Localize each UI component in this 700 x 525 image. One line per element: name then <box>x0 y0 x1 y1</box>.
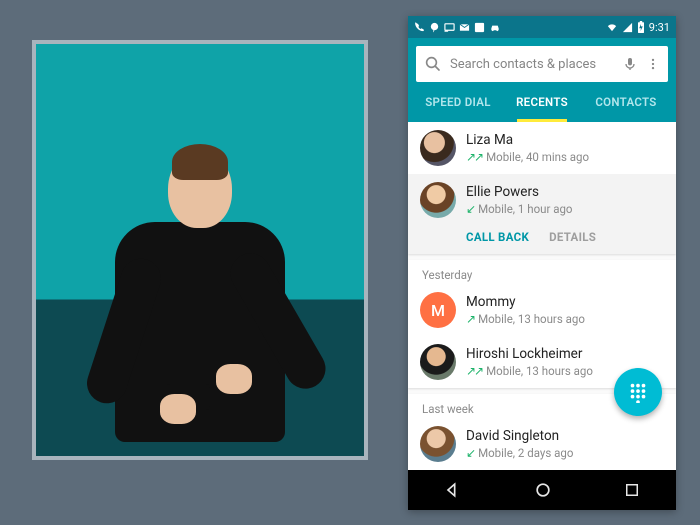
dialpad-icon <box>627 381 649 403</box>
dialpad-fab[interactable] <box>614 368 662 416</box>
presentation-photo <box>32 40 368 460</box>
search-box[interactable]: Search contacts & places <box>416 46 668 82</box>
mail-icon <box>459 22 470 33</box>
mic-icon[interactable] <box>622 56 638 72</box>
status-bar: 9:31 <box>408 16 676 38</box>
nav-bar <box>408 470 676 510</box>
call-meta: Mobile, 13 hours ago <box>486 364 593 378</box>
call-meta: Mobile, 40 mins ago <box>486 150 589 164</box>
presenter-figure <box>90 136 310 456</box>
search-icon <box>424 55 442 73</box>
call-row[interactable]: Liza Ma ↗↗ Mobile, 40 mins ago <box>408 122 676 174</box>
section-label: Yesterday <box>408 260 676 284</box>
battery-icon <box>637 21 645 33</box>
call-row[interactable]: David Singleton ↙ Mobile, 2 days ago <box>408 418 676 470</box>
contact-name: David Singleton <box>466 428 573 444</box>
recents-list: Liza Ma ↗↗ Mobile, 40 mins ago Ellie Powe… <box>408 122 676 470</box>
contact-name: Hiroshi Lockheimer <box>466 346 593 362</box>
avatar <box>420 130 456 166</box>
tab-contacts[interactable]: CONTACTS <box>584 82 668 122</box>
avatar <box>420 182 456 218</box>
tab-speed-dial[interactable]: SPEED DIAL <box>416 82 500 122</box>
contact-name: Ellie Powers <box>466 184 573 200</box>
cast-icon <box>444 22 455 33</box>
call-direction-icon: ↗↗ <box>466 365 482 377</box>
phone-status-icon <box>414 22 425 33</box>
call-direction-icon: ↗↗ <box>466 151 482 163</box>
contact-name: Liza Ma <box>466 132 589 148</box>
call-row[interactable]: M Mommy ↗ Mobile, 13 hours ago <box>408 284 676 336</box>
overflow-icon[interactable] <box>646 56 660 72</box>
avatar <box>420 426 456 462</box>
call-direction-icon: ↗ <box>466 313 474 325</box>
recents-button[interactable] <box>623 481 641 499</box>
call-meta: Mobile, 1 hour ago <box>478 202 572 216</box>
back-button[interactable] <box>443 480 463 500</box>
contact-name: Mommy <box>466 294 585 310</box>
tabs: SPEED DIAL RECENTS CONTACTS <box>416 82 668 122</box>
search-placeholder: Search contacts & places <box>450 57 614 72</box>
call-direction-icon: ↙ <box>466 203 474 215</box>
callback-button[interactable]: CALL BACK <box>466 230 529 244</box>
status-time: 9:31 <box>649 21 670 34</box>
call-row[interactable]: Ellie Powers ↙ Mobile, 1 hour ago <box>408 174 676 226</box>
avatar: M <box>420 292 456 328</box>
phone-frame: 9:31 Search contacts & places SPEED DIAL… <box>408 16 676 510</box>
gplus-icon <box>474 22 485 33</box>
call-meta: Mobile, 2 days ago <box>478 446 573 460</box>
tab-recents[interactable]: RECENTS <box>500 82 584 122</box>
avatar <box>420 344 456 380</box>
car-icon <box>489 22 501 33</box>
signal-icon <box>622 22 633 33</box>
details-button[interactable]: DETAILS <box>549 230 596 244</box>
call-meta: Mobile, 13 hours ago <box>478 312 585 326</box>
wifi-icon <box>606 22 618 33</box>
call-direction-icon: ↙ <box>466 447 474 459</box>
hangouts-icon <box>429 22 440 33</box>
app-bar: Search contacts & places SPEED DIAL RECE… <box>408 38 676 122</box>
home-button[interactable] <box>533 480 553 500</box>
